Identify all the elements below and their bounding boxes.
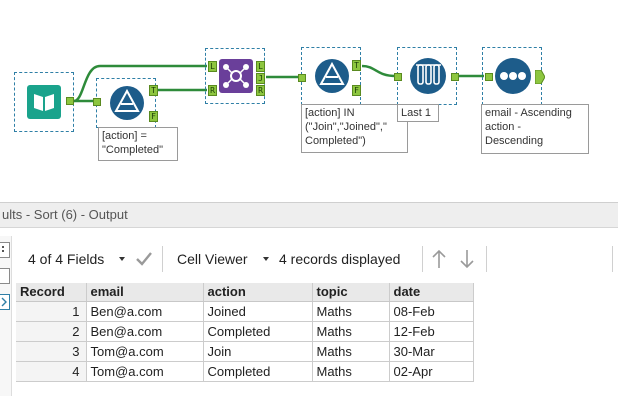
filter-2-true-port[interactable]: T — [352, 60, 361, 71]
input-data-tool[interactable] — [14, 72, 74, 132]
rail-panel-button[interactable] — [0, 268, 10, 284]
grid-icon — [2, 246, 4, 252]
action-cell[interactable]: Completed — [203, 321, 313, 342]
sample-annotation: Last 1 — [397, 104, 439, 122]
email-cell[interactable]: Ben@a.com — [86, 301, 204, 322]
record-number-cell: 4 — [16, 361, 87, 382]
chevron-down-icon — [119, 257, 125, 261]
results-toolbar: 4 of 4 Fields Cell Viewer 4 records disp… — [16, 242, 618, 276]
column-header-topic[interactable]: topic — [312, 283, 390, 302]
filter-icon — [110, 86, 144, 120]
filter-tool-1[interactable]: T F — [93, 78, 158, 128]
email-cell[interactable]: Tom@a.com — [86, 341, 204, 362]
filter-1-input-anchor[interactable] — [93, 98, 101, 106]
rail-grid-button[interactable] — [0, 242, 10, 258]
email-cell[interactable]: Ben@a.com — [86, 321, 204, 342]
arrow-up-icon[interactable] — [430, 242, 448, 276]
join-join-output-port[interactable]: J — [256, 73, 265, 84]
filter-1-true-port[interactable]: T — [149, 85, 158, 96]
workflow-canvas[interactable]: T F [action] = "Completed" L R L J R T F — [0, 0, 618, 196]
record-number-cell: 1 — [16, 301, 87, 322]
action-cell[interactable]: Join — [203, 341, 313, 362]
toolbar-separator — [162, 246, 163, 272]
input-output-anchor[interactable] — [66, 97, 74, 105]
date-cell[interactable]: 12-Feb — [389, 321, 474, 342]
sort-tool[interactable] — [482, 47, 545, 105]
toolbar-separator — [422, 246, 423, 272]
checkmark-icon[interactable] — [134, 242, 154, 276]
toolbar-separator — [612, 246, 613, 272]
table-row[interactable]: 3 Tom@a.com Join Maths 30-Mar — [16, 341, 474, 362]
topic-cell[interactable]: Maths — [312, 321, 390, 342]
sort-annotation: email - Ascending action - Descending — [481, 104, 589, 154]
record-number-cell: 2 — [16, 321, 87, 342]
filter-2-false-port[interactable]: F — [352, 85, 361, 96]
email-cell[interactable]: Tom@a.com — [86, 361, 204, 382]
results-left-rail — [0, 236, 12, 396]
column-header-record[interactable]: Record — [16, 283, 87, 302]
chevron-down-icon — [263, 257, 269, 261]
join-left-output-port[interactable]: L — [256, 61, 265, 72]
join-left-input-port[interactable]: L — [208, 61, 217, 72]
topic-cell[interactable]: Maths — [312, 301, 390, 322]
topic-cell[interactable]: Maths — [312, 361, 390, 382]
filter-icon — [315, 59, 349, 93]
action-cell[interactable]: Joined — [203, 301, 313, 322]
table-row[interactable]: 1 Ben@a.com Joined Maths 08-Feb — [16, 301, 474, 322]
column-header-date[interactable]: date — [389, 283, 474, 302]
results-table: Record email action topic date 1 Ben@a.c… — [16, 283, 474, 382]
filter-2-annotation: [action] IN ("Join","Joined"," Completed… — [301, 104, 408, 153]
sample-test-tubes-icon — [410, 58, 446, 94]
sort-input-anchor[interactable] — [485, 73, 493, 81]
date-cell[interactable]: 02-Apr — [389, 361, 474, 382]
filter-2-input-anchor[interactable] — [298, 74, 306, 82]
topic-cell[interactable]: Maths — [312, 341, 390, 362]
sample-output-anchor[interactable] — [451, 73, 459, 81]
filter-1-annotation: [action] = "Completed" — [98, 127, 178, 161]
toolbar-separator — [486, 246, 487, 272]
connection-filter2-true-to-sample — [361, 64, 397, 78]
action-cell[interactable]: Completed — [203, 361, 313, 382]
table-row[interactable]: 4 Tom@a.com Completed Maths 02-Apr — [16, 361, 474, 382]
table-header-row: Record email action topic date — [16, 283, 474, 302]
sample-input-anchor[interactable] — [394, 73, 402, 81]
results-panel-title: ults - Sort (6) - Output — [0, 202, 618, 228]
column-header-action[interactable]: action — [203, 283, 313, 302]
filter-tool-2[interactable]: T F — [298, 47, 361, 105]
join-right-output-port[interactable]: R — [256, 85, 265, 96]
results-panel: ults - Sort (6) - Output 4 of 4 Fields C… — [0, 196, 618, 396]
join-tool[interactable]: L R L J R — [205, 48, 265, 104]
arrow-down-icon[interactable] — [458, 242, 476, 276]
cell-viewer-selector[interactable]: Cell Viewer — [177, 242, 273, 276]
join-right-input-port[interactable]: R — [208, 85, 217, 96]
table-row[interactable]: 2 Ben@a.com Completed Maths 12-Feb — [16, 321, 474, 342]
cell-viewer-label: Cell Viewer — [177, 251, 248, 267]
fields-selector[interactable]: 4 of 4 Fields — [28, 242, 136, 276]
date-cell[interactable]: 08-Feb — [389, 301, 474, 322]
records-displayed-text: 4 records displayed — [279, 251, 401, 267]
chevron-right-icon — [1, 297, 7, 307]
sample-tool[interactable] — [394, 47, 459, 105]
date-cell[interactable]: 30-Mar — [389, 341, 474, 362]
filter-1-false-port[interactable]: F — [149, 111, 158, 122]
fields-selector-label: 4 of 4 Fields — [28, 251, 105, 267]
record-number-cell: 3 — [16, 341, 87, 362]
column-header-email[interactable]: email — [86, 283, 204, 302]
rail-expand-button[interactable] — [0, 294, 10, 310]
sort-output-arrow-icon[interactable] — [535, 70, 545, 84]
